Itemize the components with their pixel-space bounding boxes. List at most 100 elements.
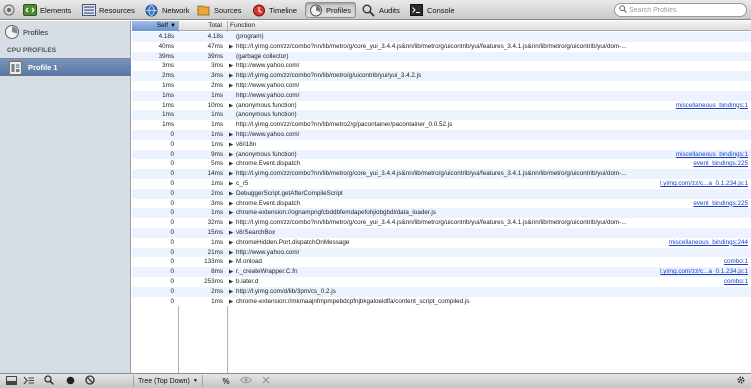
exclude-function-button[interactable] — [259, 375, 273, 387]
self-time-cell: 0 — [170, 238, 174, 246]
source-link[interactable]: combo:1 — [724, 257, 748, 267]
table-row[interactable]: 0 1ms ▶ http://www.yahoo.com/ — [132, 129, 751, 140]
total-time-cell: 253ms — [204, 277, 223, 285]
total-time-cell: 1ms — [211, 140, 223, 148]
table-row[interactable]: 0 5ms ▶ chrome.Event.dispatch event_bindings… — [132, 159, 751, 170]
dock-to-window-button[interactable] — [4, 375, 18, 387]
search-icon — [44, 375, 54, 387]
table-row[interactable]: 40ms 47ms ▶ http://l.yimg.com/zz/combo?nn/l… — [132, 41, 751, 52]
source-link[interactable]: l.yimg.com/zz/c...a_0.1.234.js:1 — [660, 267, 748, 277]
tab-resources[interactable]: Resources — [79, 2, 139, 18]
tab-label: Elements — [40, 5, 72, 15]
table-row[interactable]: 1ms 2ms ▶ http://www.yahoo.com/ — [132, 80, 751, 91]
self-time-cell: 0 — [170, 170, 174, 178]
table-row[interactable]: 0 15ms ▶ v8/SearchBox — [132, 227, 751, 238]
tab-elements[interactable]: Elements — [20, 2, 75, 18]
cpu-profile-icon — [9, 60, 22, 75]
table-row[interactable]: 1ms 1ms http://www.yahoo.com/ — [132, 90, 751, 101]
source-link[interactable]: miscellaneous_bindings:1 — [676, 150, 748, 160]
dock-icon — [5, 375, 17, 387]
table-row[interactable]: 0 253ms ▶ b.later.d combo:1 — [132, 276, 751, 287]
self-time-cell: 1ms — [162, 101, 174, 109]
tab-console[interactable]: Console — [407, 2, 459, 18]
table-row[interactable]: 0 2ms ▶ DebuggerScript.getAfterCompileScrip… — [132, 188, 751, 199]
table-row[interactable]: 0 1ms ▶ v8/i18n — [132, 139, 751, 150]
table-row[interactable]: 1ms 1ms http://l.yimg.com/zz/combo?nn/lib/… — [132, 120, 751, 130]
table-row[interactable]: 0 2ms ▶ http://l.yimg.com/d/lib/3pm/cs_0.2.… — [132, 286, 751, 297]
self-time-cell: 3ms — [162, 62, 174, 70]
total-time-cell: 1ms — [211, 111, 223, 119]
sidebar-item-label: Profile 1 — [28, 63, 58, 72]
table-row[interactable]: 39ms 39ms (garbage collector) — [132, 51, 751, 62]
inspect-button[interactable] — [42, 375, 56, 387]
show-console-button[interactable] — [22, 375, 36, 387]
column-header-self[interactable]: Self ▼ — [132, 21, 178, 31]
self-time-cell: 0 — [170, 179, 174, 187]
tab-label: Network — [162, 5, 190, 15]
source-link[interactable]: event_bindings:225 — [693, 199, 748, 209]
column-header-total[interactable]: Total — [179, 21, 227, 31]
self-time-cell: 0 — [170, 228, 174, 236]
table-row[interactable]: 0 14ms ▶ http://l.yimg.com/zz/combo?nn/lib/… — [132, 169, 751, 179]
source-link[interactable]: l.yimg.com/zz/c...a_0.1.234.js:1 — [660, 179, 748, 189]
self-time-cell: 4.18s — [158, 33, 174, 40]
sidebar-title: Profiles — [23, 27, 49, 37]
tab-network[interactable]: Network — [142, 2, 194, 18]
search-input[interactable] — [629, 4, 741, 16]
tab-label: Timeline — [269, 5, 298, 15]
source-link[interactable]: event_bindings:225 — [693, 159, 748, 169]
view-mode-select[interactable]: Tree (Top Down) ▼ — [133, 375, 203, 387]
tab-audits[interactable]: Audits — [359, 2, 404, 18]
table-row[interactable]: 0 133ms ▶ M.onload combo:1 — [132, 257, 751, 268]
table-row[interactable]: 1ms 1ms (anonymous function) — [132, 110, 751, 121]
self-time-cell: 0 — [170, 150, 174, 158]
search-field[interactable] — [614, 3, 747, 17]
total-time-cell: 133ms — [204, 258, 223, 266]
self-time-cell: 0 — [170, 199, 174, 207]
column-header-function[interactable]: Function — [228, 21, 528, 31]
table-row[interactable]: 1ms 10ms ▶ (anonymous function) miscellaneou… — [132, 100, 751, 111]
table-row[interactable]: 4.18s 4.18s (program) — [132, 32, 751, 42]
table-row[interactable]: 0 21ms ▶ http://www.yahoo.com/ — [132, 247, 751, 258]
sidebar-item-profile-1[interactable]: Profile 1 — [0, 58, 131, 76]
close-icon — [262, 376, 270, 386]
table-row[interactable]: 0 3ms ▶ chrome.Event.dispatch event_bindings… — [132, 198, 751, 209]
self-time-cell: 0 — [170, 189, 174, 197]
percent-toggle-button[interactable]: % — [219, 375, 233, 387]
table-row[interactable]: 0 1ms ▶ chromeHidden.Port.dispatchOnMessage… — [132, 237, 751, 248]
source-link[interactable]: combo:1 — [724, 277, 748, 287]
table-row[interactable]: 0 8ms ▶ r._createWrapper.C.fn l.yimg.com/zz/… — [132, 267, 751, 277]
source-link[interactable]: miscellaneous_bindings:1 — [676, 101, 748, 111]
table-row[interactable]: 0 1ms ▶ c_r5 l.yimg.com/zz/c...a_0.1.234.js:… — [132, 178, 751, 189]
self-time-cell: 1ms — [162, 121, 174, 129]
focus-function-button[interactable] — [239, 375, 253, 387]
dock-toggle-icon[interactable] — [3, 2, 17, 18]
function-name: M.onload — [236, 258, 262, 266]
profiles-icon — [308, 3, 323, 17]
settings-button[interactable] — [734, 375, 748, 387]
function-cell: http://www.yahoo.com/ — [229, 91, 649, 101]
table-row[interactable]: 0 9ms ▶ (anonymous function) miscellaneous_b… — [132, 149, 751, 160]
function-name: b.later.d — [236, 277, 259, 285]
tab-sources[interactable]: Sources — [194, 2, 246, 18]
clear-profiles-button[interactable] — [83, 375, 97, 387]
self-time-cell: 0 — [170, 248, 174, 256]
function-name: http://l.yimg.com/zz/combo?nn/lib/metro/… — [236, 72, 422, 80]
sort-descending-icon: ▼ — [170, 23, 176, 29]
tab-profiles[interactable]: Profiles — [305, 2, 357, 18]
record-icon — [66, 376, 75, 387]
self-time-cell: 0 — [170, 160, 174, 168]
source-link[interactable]: miscellaneous_bindings:244 — [669, 238, 748, 248]
tab-label: Audits — [379, 5, 400, 15]
total-time-cell: 32ms — [207, 219, 223, 227]
disclosure-triangle-icon[interactable]: ▶ — [229, 298, 236, 308]
gear-icon — [736, 375, 746, 387]
total-time-cell: 5ms — [211, 160, 223, 168]
table-row[interactable]: 0 1ms ▶ chrome-extension://ognampngfcbddbfe… — [132, 208, 751, 219]
tab-timeline[interactable]: Timeline — [249, 2, 301, 18]
table-row[interactable]: 3ms 3ms ▶ http://www.yahoo.com/ — [132, 61, 751, 72]
table-row[interactable]: 2ms 3ms ▶ http://l.yimg.com/zz/combo?nn/lib… — [132, 71, 751, 81]
table-row[interactable]: 0 32ms ▶ http://l.yimg.com/zz/combo?nn/lib/… — [132, 218, 751, 228]
table-row[interactable]: 0 1ms ▶ chrome-extension://mkmaajnfmpmpebdc… — [132, 296, 751, 308]
record-profile-button[interactable] — [63, 375, 77, 387]
